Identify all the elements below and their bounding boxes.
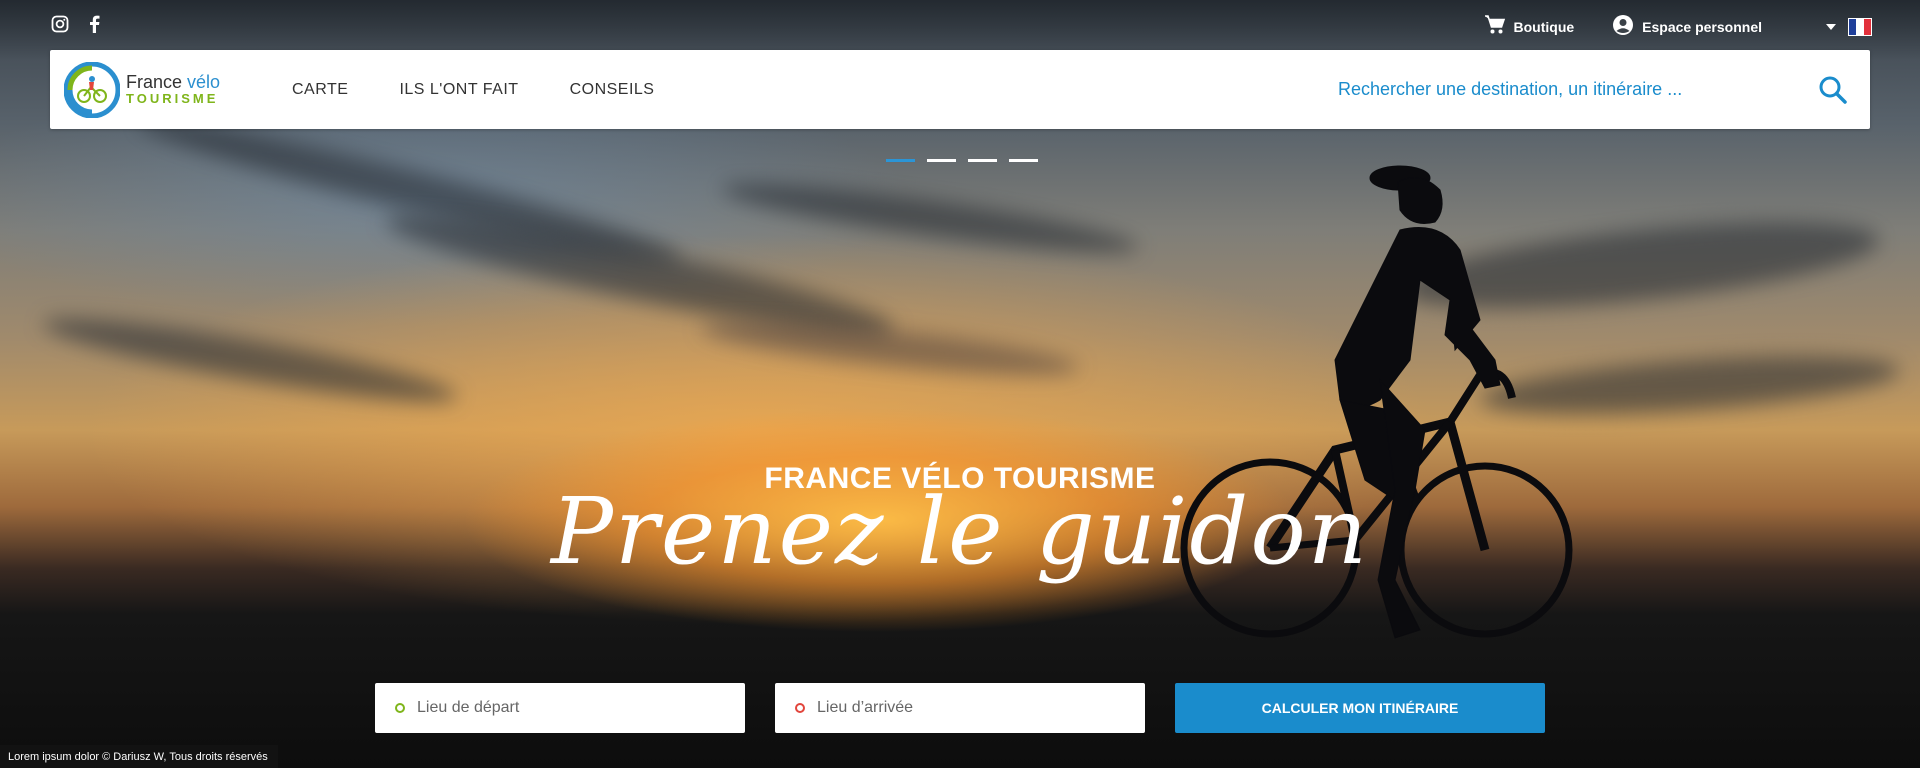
social-links: [50, 14, 104, 34]
arrival-pin-icon: [795, 703, 805, 713]
search-box: [1336, 73, 1850, 107]
french-flag-icon[interactable]: [1848, 17, 1872, 36]
calculate-route-button[interactable]: CALCULER MON ITINÉRAIRE: [1175, 683, 1545, 733]
logo-emblem-icon: [64, 61, 120, 118]
slider-dot-4[interactable]: [1009, 159, 1038, 162]
slider-dot-1[interactable]: [886, 159, 915, 162]
search-icon[interactable]: [1816, 73, 1850, 107]
arrival-input[interactable]: [815, 698, 1119, 718]
chevron-down-icon[interactable]: [1826, 23, 1836, 30]
shop-label: Boutique: [1513, 18, 1575, 35]
nav-item-carte[interactable]: CARTE: [292, 81, 348, 99]
photo-credit: Lorem ipsum dolor © Dariusz W, Tous droi…: [0, 745, 278, 768]
route-planner-form: CALCULER MON ITINÉRAIRE: [375, 683, 1545, 733]
shop-link[interactable]: Boutique: [1484, 15, 1575, 38]
account-label: Espace personnel: [1642, 18, 1762, 35]
primary-menu: CARTE ILS L'ONT FAIT CONSEILS: [292, 81, 654, 99]
account-link[interactable]: Espace personnel: [1612, 14, 1762, 39]
user-account-icon: [1612, 14, 1634, 39]
hero-background: Boutique Espace personnel France vélo TO…: [0, 0, 1920, 768]
brand-tagline: TOURISME: [126, 91, 219, 107]
slider-dot-3[interactable]: [968, 159, 997, 162]
nav-item-ils-l-ont-fait[interactable]: ILS L'ONT FAIT: [399, 81, 518, 99]
brand-name-part1: France: [126, 72, 183, 93]
brand-name-part2: vélo: [187, 72, 221, 93]
arrival-field-wrapper: [775, 683, 1145, 733]
departure-pin-icon: [395, 703, 405, 713]
utility-bar: Boutique Espace personnel: [1484, 14, 1872, 39]
slider-dot-2[interactable]: [927, 159, 956, 162]
main-navbar: France vélo TOURISME CARTE ILS L'ONT FAI…: [50, 50, 1870, 129]
cart-icon: [1484, 15, 1506, 38]
departure-field-wrapper: [375, 683, 745, 733]
departure-input[interactable]: [415, 698, 719, 718]
hero-headline: Prenez le guidon: [551, 478, 1369, 585]
instagram-icon[interactable]: [50, 14, 70, 34]
slider-pagination: [886, 159, 1038, 162]
nav-item-conseils[interactable]: CONSEILS: [570, 81, 655, 99]
brand-logo[interactable]: France vélo TOURISME: [64, 61, 224, 118]
facebook-icon[interactable]: [84, 14, 104, 34]
search-input[interactable]: [1336, 78, 1780, 101]
